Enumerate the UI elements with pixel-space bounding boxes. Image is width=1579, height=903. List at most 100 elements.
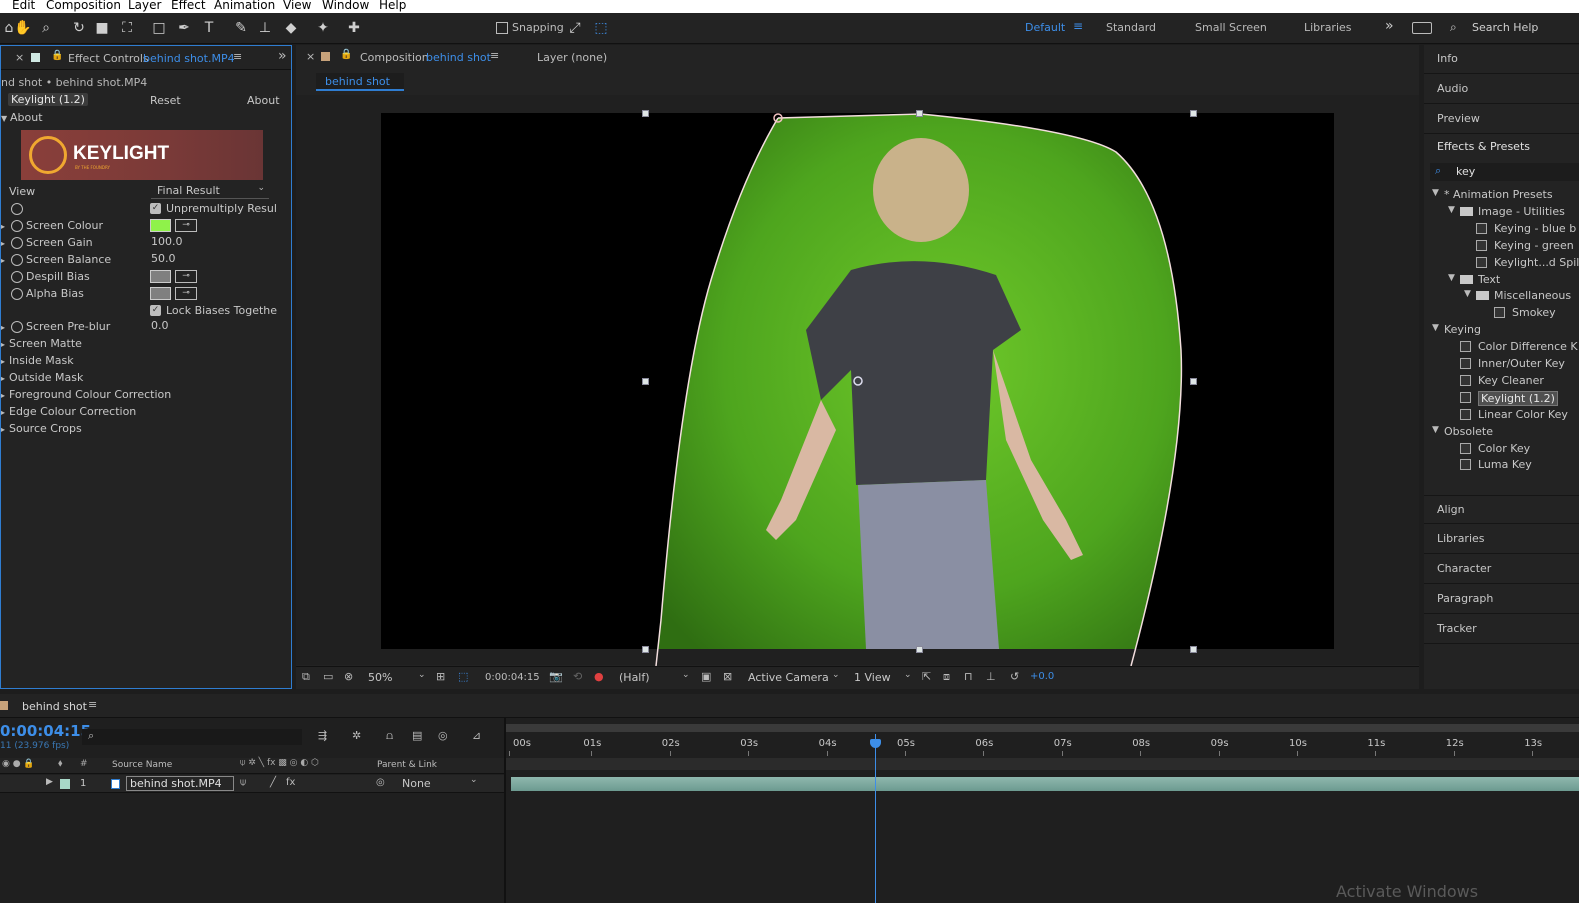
lock-icon[interactable]: 🔒 — [340, 49, 352, 60]
effects-search-input[interactable]: ⌕ key — [1430, 163, 1579, 181]
menu-help[interactable]: Help — [379, 0, 406, 12]
group-foreground-colour-correction[interactable]: Foreground Colour Correction — [9, 388, 171, 401]
menu-edit[interactable]: Edit — [12, 0, 35, 12]
fast-previews-icon[interactable]: ⧈ — [943, 670, 950, 684]
expand-triangle-icon[interactable]: ▼ — [1448, 273, 1455, 283]
expand-triangle-icon[interactable]: ▸ — [1, 391, 5, 400]
tree-item[interactable]: ▼ * Animation Presets — [1424, 187, 1579, 203]
tree-item[interactable]: Inner/Outer Key — [1424, 356, 1579, 372]
paragraph-panel-tab[interactable]: Paragraph — [1424, 585, 1579, 614]
resolution-dropdown[interactable]: (Half) ⌄ — [616, 670, 692, 685]
comp-subtab[interactable]: behind shot — [316, 73, 404, 91]
stopwatch-icon[interactable] — [11, 237, 23, 249]
tree-item[interactable]: ▼ Obsolete — [1424, 424, 1579, 440]
preview-panel-tab[interactable]: Preview — [1424, 105, 1579, 134]
panel-menu-icon[interactable]: ≡ — [88, 698, 97, 711]
zoom-tool-icon[interactable]: ⌕ — [37, 19, 55, 37]
menu-layer[interactable]: Layer — [128, 0, 161, 12]
screen-preblur-value[interactable]: 0.0 — [151, 319, 169, 332]
effect-controls-tab-title[interactable]: Effect Controls — [68, 52, 149, 65]
snapping-checkbox[interactable] — [496, 22, 508, 34]
expand-triangle-icon[interactable]: ▸ — [1, 357, 5, 366]
panel-menu-icon[interactable]: ≡ — [233, 50, 242, 63]
layer-tab[interactable]: Layer (none) — [537, 51, 607, 64]
timeline-search-input[interactable]: ⌕ — [82, 729, 302, 745]
expand-triangle-icon[interactable]: ▸ — [1, 408, 5, 417]
rectangle-tool-icon[interactable]: □ — [150, 19, 168, 37]
about-triangle-icon[interactable]: ▼ — [1, 114, 7, 123]
exposure-value[interactable]: +0.0 — [1030, 671, 1054, 682]
stopwatch-icon[interactable] — [11, 254, 23, 266]
graph-editor-icon[interactable]: ⊿ — [472, 729, 481, 742]
comp-mini-flowchart-icon[interactable]: ⇶ — [318, 729, 327, 742]
close-panel-icon[interactable]: × — [15, 51, 24, 64]
group-edge-colour-correction[interactable]: Edge Colour Correction — [9, 405, 136, 418]
viewer-timecode[interactable]: 0:00:04:15 — [485, 672, 540, 683]
timeline-tab[interactable]: behind shot — [22, 700, 87, 713]
menu-view[interactable]: View — [283, 0, 311, 12]
parent-link-header[interactable]: Parent & Link — [377, 760, 437, 770]
close-panel-icon[interactable]: × — [306, 50, 315, 63]
expand-panel-icon[interactable]: » — [278, 48, 287, 64]
toggle-transparency-icon[interactable]: ▣ — [701, 670, 711, 683]
source-name-header[interactable]: Source Name — [112, 760, 172, 770]
channel-icon[interactable]: ● — [594, 670, 604, 683]
screen-colour-swatch[interactable] — [150, 219, 171, 232]
expand-triangle-icon[interactable]: ▸ — [1, 374, 5, 383]
monitor-icon[interactable]: ▭ — [323, 670, 333, 683]
effect-controls-tab-layer[interactable]: behind shot.MP4 — [143, 52, 235, 65]
toggle-pixel-aspect-icon[interactable]: ⇱ — [922, 670, 931, 683]
lock-biases-checkbox[interactable]: ✓ — [150, 305, 161, 316]
timeline-icon[interactable]: ⊓ — [964, 670, 973, 683]
group-source-crops[interactable]: Source Crops — [9, 422, 82, 435]
expand-triangle-icon[interactable]: ▼ — [1432, 188, 1439, 198]
fit-icon[interactable]: ⊞ — [436, 670, 445, 683]
expand-triangle-icon[interactable]: ▸ — [1, 425, 5, 434]
transform-handle[interactable] — [916, 646, 923, 653]
transform-handle[interactable] — [1190, 110, 1197, 117]
views-dropdown[interactable]: 1 View ⌄ — [850, 670, 914, 685]
rotate-tool-icon[interactable]: ↻ — [70, 19, 88, 37]
tree-item[interactable]: ▼ Text — [1424, 272, 1579, 288]
eyedropper-icon[interactable]: ⊸ — [175, 270, 197, 283]
character-panel-tab[interactable]: Character — [1424, 555, 1579, 584]
workspace-standard[interactable]: Standard — [1106, 21, 1156, 34]
layer-row[interactable]: ▶ 1 behind shot.MP4 ⍦ ╱ fx ◎ None ⌄ — [0, 775, 505, 793]
stopwatch-icon[interactable] — [11, 203, 23, 215]
group-screen-matte[interactable]: Screen Matte — [9, 337, 82, 350]
transform-handle[interactable] — [642, 646, 649, 653]
transparency-grid-icon[interactable]: ⊠ — [723, 670, 732, 683]
expand-triangle-icon[interactable]: ▸ — [1, 239, 5, 248]
pan-behind-tool-icon[interactable]: ⛶ — [118, 19, 136, 37]
menu-composition[interactable]: Composition — [46, 0, 121, 12]
expand-triangle-icon[interactable]: ▸ — [1, 323, 5, 332]
reset-link[interactable]: Reset — [150, 94, 181, 107]
transform-handle[interactable] — [642, 110, 649, 117]
composition-tab-comp[interactable]: behind shot — [426, 51, 491, 64]
tracker-panel-tab[interactable]: Tracker — [1424, 615, 1579, 644]
expand-triangle-icon[interactable]: ▼ — [1464, 289, 1471, 299]
expand-triangle-icon[interactable]: ▸ — [1, 256, 5, 265]
tree-item[interactable]: Color Key — [1424, 441, 1579, 457]
snap-edges-icon[interactable]: ⤢ — [566, 19, 584, 37]
roto-brush-icon[interactable]: ✦ — [314, 19, 332, 37]
menu-animation[interactable]: Animation — [214, 0, 275, 12]
transform-handle[interactable] — [916, 110, 923, 117]
motion-blur-icon[interactable]: ◎ — [438, 729, 448, 742]
menu-effect[interactable]: Effect — [171, 0, 206, 12]
expand-triangle-icon[interactable]: ▼ — [1432, 425, 1439, 435]
tree-item[interactable]: ▼ Image - Utilities — [1424, 204, 1579, 220]
panel-menu-icon[interactable]: ≡ — [490, 49, 499, 62]
screen-balance-value[interactable]: 50.0 — [151, 252, 176, 265]
layer-name[interactable]: behind shot.MP4 — [126, 776, 234, 791]
flowchart-icon[interactable]: ⊥ — [986, 670, 996, 683]
tree-item[interactable]: Keylight...d Spill — [1424, 255, 1579, 271]
effect-name[interactable]: Keylight (1.2) — [8, 93, 88, 106]
group-outside-mask[interactable]: Outside Mask — [9, 371, 83, 384]
current-time-indicator[interactable] — [875, 734, 876, 903]
tree-item[interactable]: Keying - blue b — [1424, 221, 1579, 237]
alpha-bias-swatch[interactable] — [150, 287, 171, 300]
brush-tool-icon[interactable]: ✎ — [232, 19, 250, 37]
screen-gain-value[interactable]: 100.0 — [151, 235, 183, 248]
expand-triangle-icon[interactable]: ▼ — [1432, 323, 1439, 333]
